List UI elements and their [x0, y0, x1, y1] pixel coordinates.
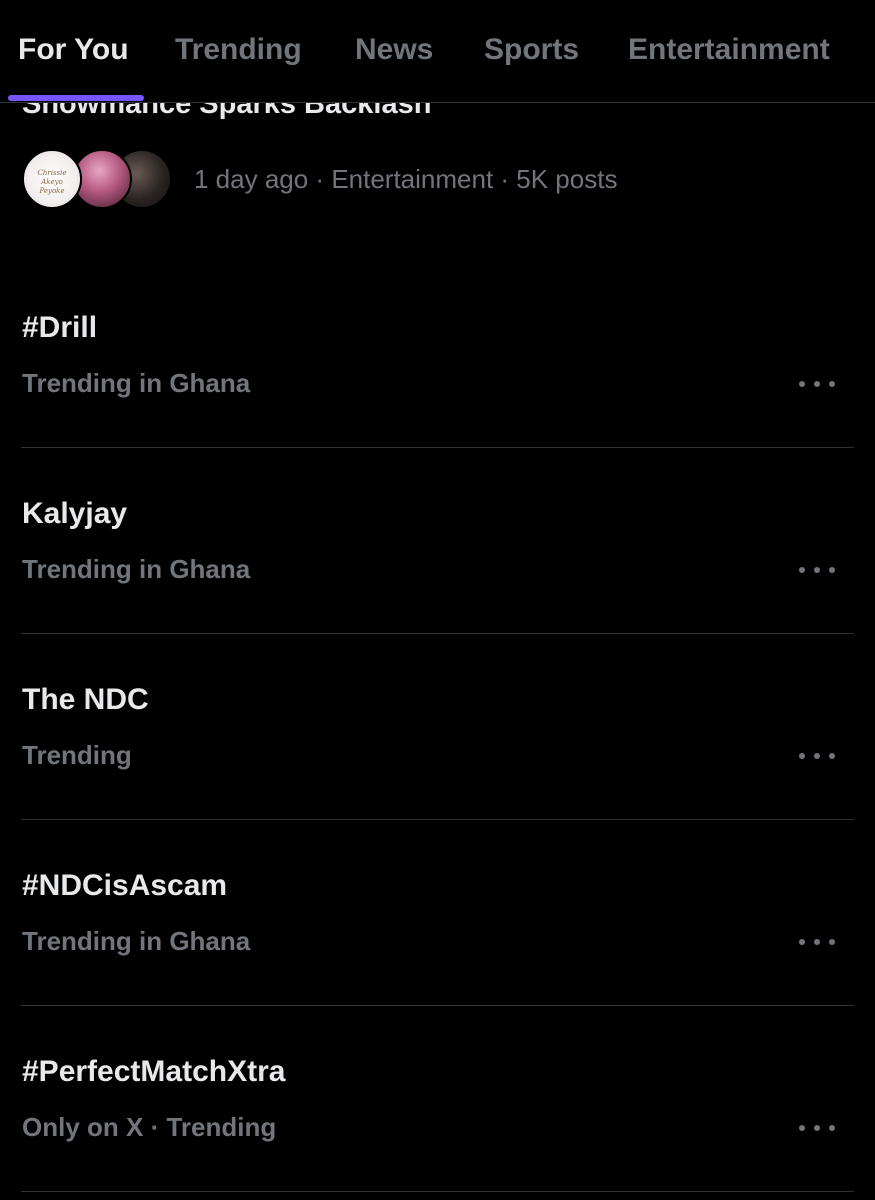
avatar: Chrissie Akeyo Peyoke — [22, 149, 82, 209]
more-horizontal-icon[interactable] — [799, 374, 835, 394]
trend-item[interactable]: #PerfectMatchXtra Only on X · Trending — [0, 1006, 875, 1192]
story-info: 1 day ago · Entertainment · 5K posts — [194, 163, 618, 194]
tab-entertainment[interactable]: Entertainment — [628, 30, 830, 70]
active-tab-indicator — [8, 95, 144, 101]
trend-list: #Drill Trending in Ghana Kalyjay Trendin… — [0, 262, 875, 1192]
trend-item[interactable]: Kalyjay Trending in Ghana — [0, 448, 875, 634]
trend-context: Only on X · Trending — [22, 1112, 277, 1142]
avatar-stack: Chrissie Akeyo Peyoke — [22, 146, 178, 212]
more-horizontal-icon[interactable] — [799, 932, 835, 952]
trend-context: Trending in Ghana — [22, 554, 251, 584]
trend-name: #Drill — [22, 311, 98, 344]
trend-item[interactable]: The NDC Trending — [0, 634, 875, 820]
more-horizontal-icon[interactable] — [799, 1118, 835, 1138]
avatar-logo-mark: Chrissie Akeyo Peyoke — [37, 169, 67, 195]
story-meta: Chrissie Akeyo Peyoke 1 day ago · Entert… — [22, 146, 617, 212]
explore-tab-bar: For You Trending News Sports Entertainme… — [0, 0, 875, 103]
trend-name: The NDC — [22, 683, 149, 716]
trend-name: #PerfectMatchXtra — [22, 1055, 286, 1088]
tab-news[interactable]: News — [355, 30, 433, 70]
divider — [21, 1191, 854, 1192]
trend-context: Trending in Ghana — [22, 368, 251, 398]
trend-name: #NDCisAscam — [22, 869, 228, 902]
trend-item[interactable]: #NDCisAscam Trending in Ghana — [0, 820, 875, 1006]
trend-name: Kalyjay — [22, 497, 128, 530]
trend-item[interactable]: #Drill Trending in Ghana — [0, 262, 875, 448]
more-horizontal-icon[interactable] — [799, 560, 835, 580]
tab-sports[interactable]: Sports — [484, 30, 579, 70]
trend-context: Trending in Ghana — [22, 926, 251, 956]
trend-context: Trending — [22, 740, 132, 770]
tab-for-you[interactable]: For You — [18, 30, 129, 70]
more-horizontal-icon[interactable] — [799, 746, 835, 766]
tab-trending[interactable]: Trending — [175, 30, 302, 70]
